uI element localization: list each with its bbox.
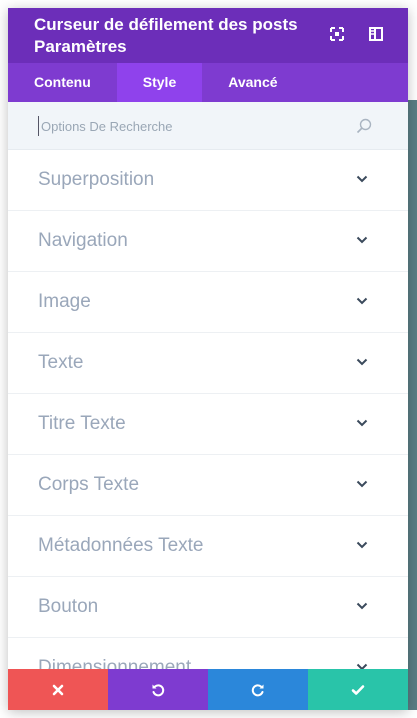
check-icon bbox=[351, 684, 365, 695]
modal-footer bbox=[8, 669, 408, 710]
sidebar-toggle-icon[interactable] bbox=[369, 27, 383, 41]
chevron-down-icon bbox=[356, 175, 368, 183]
tab-content[interactable]: Contenu bbox=[8, 63, 117, 102]
section-overlay[interactable]: Superposition bbox=[8, 150, 408, 211]
section-label: Corps Texte bbox=[38, 474, 140, 495]
section-label: Métadonnées Texte bbox=[38, 535, 204, 556]
section-button[interactable]: Bouton bbox=[8, 577, 408, 638]
section-label: Texte bbox=[38, 352, 84, 373]
discard-button[interactable] bbox=[8, 669, 108, 710]
section-label: Superposition bbox=[38, 169, 155, 190]
tab-style[interactable]: Style bbox=[116, 63, 203, 102]
section-text[interactable]: Texte bbox=[8, 333, 408, 394]
modal-title: Curseur de défilement des posts Paramètr… bbox=[34, 14, 324, 58]
chevron-down-icon bbox=[356, 358, 368, 366]
section-label: Titre Texte bbox=[38, 413, 126, 434]
chevron-down-icon bbox=[356, 297, 368, 305]
section-title-text[interactable]: Titre Texte bbox=[8, 394, 408, 455]
chevron-down-icon bbox=[356, 236, 368, 244]
chevron-down-icon bbox=[356, 480, 368, 488]
chevron-down-icon bbox=[356, 419, 368, 427]
section-image[interactable]: Image bbox=[8, 272, 408, 333]
section-body-text[interactable]: Corps Texte bbox=[8, 455, 408, 516]
section-meta-text[interactable]: Métadonnées Texte bbox=[8, 516, 408, 577]
section-label: Image bbox=[38, 291, 91, 312]
undo-icon bbox=[152, 683, 165, 696]
search-icon[interactable] bbox=[356, 118, 372, 134]
redo-button[interactable] bbox=[208, 669, 308, 710]
close-icon bbox=[52, 684, 64, 695]
redo-icon bbox=[251, 683, 264, 696]
modal-header[interactable]: Curseur de défilement des posts Paramètr… bbox=[8, 8, 408, 63]
section-label: Navigation bbox=[38, 230, 128, 251]
search-input[interactable] bbox=[38, 116, 338, 136]
chevron-down-icon bbox=[356, 602, 368, 610]
modal-title-line1: Curseur de défilement des posts bbox=[34, 15, 298, 34]
chevron-down-icon bbox=[356, 541, 368, 549]
expand-icon[interactable] bbox=[330, 27, 344, 41]
modal-title-line2: Paramètres bbox=[34, 37, 127, 56]
settings-sections-list: Superposition Navigation Image Texte Tit… bbox=[8, 150, 408, 699]
save-button[interactable] bbox=[308, 669, 408, 710]
tab-advanced[interactable]: Avancé bbox=[202, 63, 303, 102]
tab-bar: Contenu Style Avancé bbox=[8, 63, 408, 102]
settings-modal: Curseur de défilement des posts Paramètr… bbox=[8, 8, 408, 710]
section-navigation[interactable]: Navigation bbox=[8, 211, 408, 272]
undo-button[interactable] bbox=[108, 669, 208, 710]
section-label: Bouton bbox=[38, 596, 99, 617]
search-bar bbox=[8, 102, 408, 150]
